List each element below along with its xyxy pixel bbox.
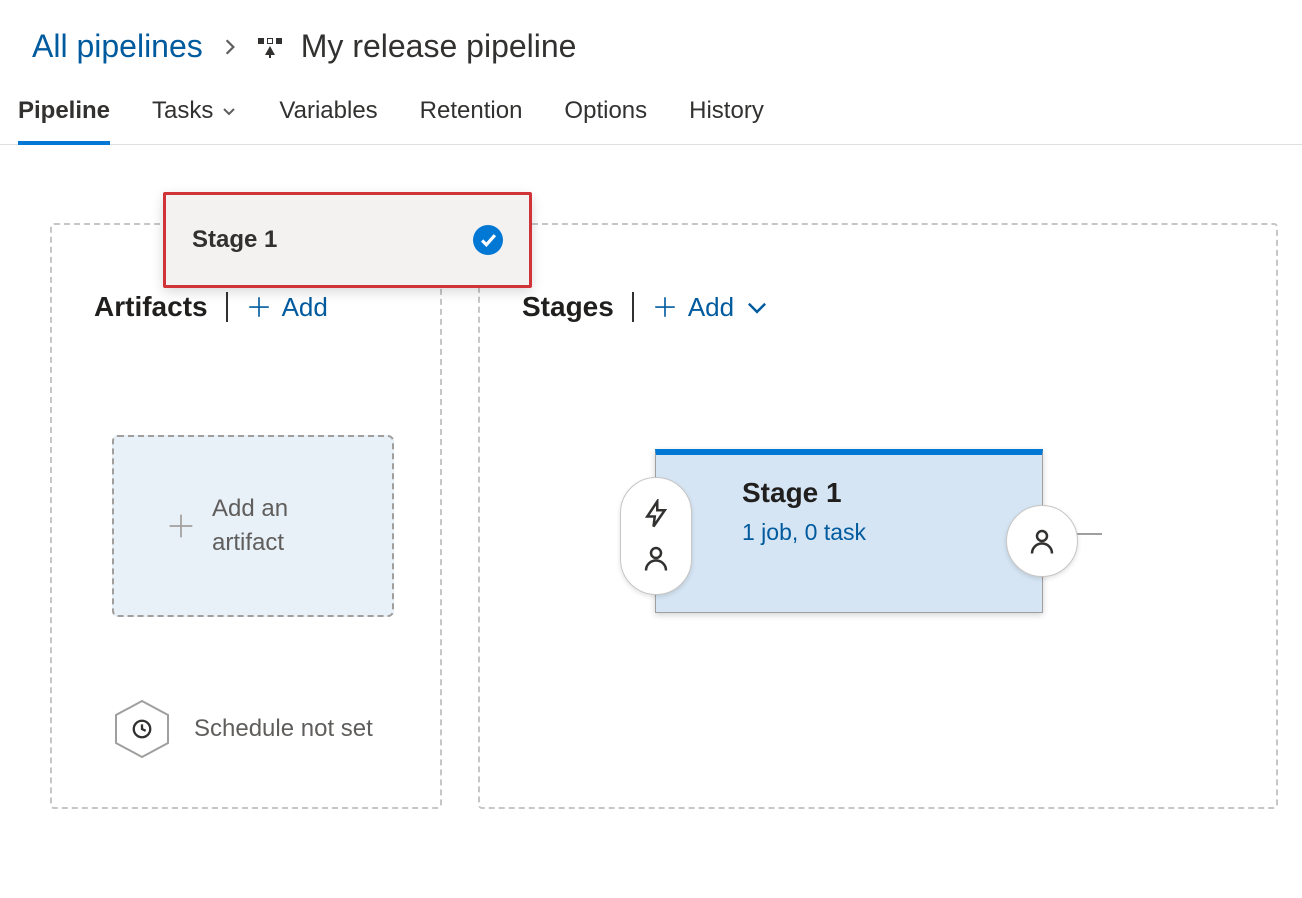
schedule-button[interactable]: Schedule not set [110, 697, 373, 761]
chevron-down-icon [744, 294, 770, 320]
plus-icon [164, 509, 198, 543]
tab-pipeline[interactable]: Pipeline [18, 97, 110, 145]
tab-retention[interactable]: Retention [420, 97, 523, 145]
artifacts-title: Artifacts [94, 291, 208, 323]
clock-icon [131, 718, 153, 740]
post-deployment-approver-button[interactable] [1006, 505, 1078, 577]
tab-options[interactable]: Options [564, 97, 647, 145]
plus-icon [652, 294, 678, 320]
breadcrumb: All pipelines My release pipeline [0, 0, 1302, 83]
plus-icon [246, 294, 272, 320]
add-artifact-button[interactable]: Add [246, 292, 328, 323]
tab-tasks-label: Tasks [152, 97, 213, 125]
stage-name: Stage 1 [742, 477, 1014, 509]
artifacts-panel: Artifacts Add Add an artifact Schedule n… [50, 223, 442, 809]
person-icon [641, 543, 671, 573]
chevron-right-icon [221, 38, 239, 56]
breadcrumb-root-link[interactable]: All pipelines [32, 28, 203, 65]
check-icon [473, 225, 503, 255]
pre-deployment-conditions-button[interactable] [620, 477, 692, 595]
add-artifact-card[interactable]: Add an artifact [112, 435, 394, 617]
tab-variables[interactable]: Variables [279, 97, 377, 145]
artifacts-header: Artifacts Add [94, 291, 328, 323]
stage-detail-link[interactable]: 1 job, 0 task [742, 519, 1014, 546]
tasks-dropdown-stage-item[interactable]: Stage 1 [163, 192, 532, 288]
schedule-text: Schedule not set [194, 713, 373, 745]
tasks-dropdown-stage-label: Stage 1 [192, 226, 277, 254]
divider [632, 292, 634, 322]
stages-panel: Stages Add Stage 1 1 job, 0 task [478, 223, 1278, 809]
pipeline-canvas: Artifacts Add Add an artifact Schedule n… [0, 223, 1302, 809]
stage-card[interactable]: Stage 1 1 job, 0 task [655, 449, 1043, 613]
add-artifact-label: Add [282, 292, 328, 323]
stages-title: Stages [522, 291, 614, 323]
tabs: Pipeline Tasks Variables Retention Optio… [0, 83, 1302, 145]
add-stage-button[interactable]: Add [652, 292, 770, 323]
divider [226, 292, 228, 322]
page-title: My release pipeline [301, 28, 577, 65]
tab-history[interactable]: History [689, 97, 764, 145]
tab-tasks[interactable]: Tasks [152, 97, 237, 145]
stage-card-wrapper: Stage 1 1 job, 0 task [655, 449, 1043, 613]
chevron-down-icon [221, 103, 237, 119]
trigger-icon [641, 499, 671, 529]
pipeline-icon [257, 38, 283, 55]
schedule-hex-icon [110, 697, 174, 761]
add-stage-label: Add [688, 292, 734, 323]
person-icon [1027, 526, 1057, 556]
stages-header: Stages Add [522, 291, 770, 323]
add-artifact-text: Add an artifact [212, 492, 342, 559]
